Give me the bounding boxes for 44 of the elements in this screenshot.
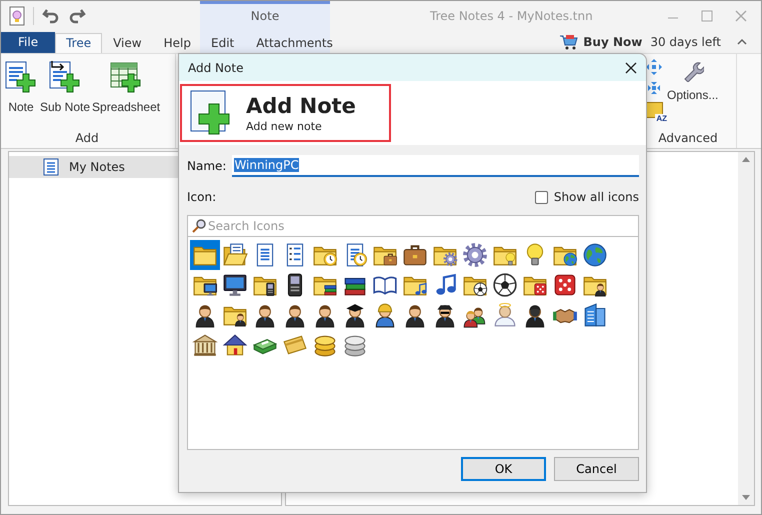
collapse-all-icon[interactable]: [645, 79, 663, 97]
dialog-heading: Add Note: [246, 94, 356, 118]
scroll-down-icon[interactable]: [742, 495, 750, 501]
sub-note-button[interactable]: Sub Note: [39, 58, 92, 116]
show-all-icons-checkbox[interactable]: Show all icons: [534, 190, 639, 204]
expand-all-icon[interactable]: [645, 58, 663, 76]
collapse-ribbon-icon[interactable]: [737, 38, 747, 46]
redo-icon[interactable]: [68, 7, 86, 25]
name-field[interactable]: WinningPC: [232, 155, 639, 177]
dialog-subheading: Add new note: [246, 120, 323, 132]
spreadsheet-button[interactable]: Spreadsheet: [91, 58, 162, 116]
trial-status: 30 days left: [650, 35, 721, 49]
note-button[interactable]: Note: [3, 58, 39, 116]
scrollbar[interactable]: [738, 152, 754, 505]
spreadsheet-add-icon: [109, 60, 144, 94]
file-tab[interactable]: File: [1, 32, 56, 53]
ribbon-tab[interactable]: Help: [152, 33, 202, 53]
window-title: Tree Notes 4 - MyNotes.tnn: [429, 9, 594, 23]
sub-note-add-icon: [48, 60, 82, 94]
scroll-up-icon[interactable]: [742, 156, 750, 162]
dialog-title: Add Note: [188, 60, 244, 74]
wrench-icon: [682, 60, 704, 82]
options-button[interactable]: Options...: [666, 58, 720, 120]
undo-icon[interactable]: [42, 7, 60, 25]
group-label: Advanced: [657, 131, 719, 145]
ribbon-tab[interactable]: Tree: [55, 33, 102, 54]
close-icon[interactable]: [625, 62, 637, 74]
context-group-label: Note: [250, 8, 280, 25]
document-icon: [43, 158, 59, 176]
search-icon: [192, 219, 206, 233]
name-label: Name:: [187, 159, 226, 173]
cart-icon: [559, 34, 580, 50]
gear-icon[interactable]: [460, 240, 490, 270]
app-icon[interactable]: [9, 6, 25, 26]
cancel-button[interactable]: Cancel: [554, 457, 639, 481]
ribbon-tab[interactable]: View: [102, 33, 153, 53]
ribbon-tab[interactable]: Edit: [200, 33, 246, 53]
ribbon-tab[interactable]: Attachments: [245, 33, 344, 53]
icon-label: Icon:: [187, 190, 216, 204]
buy-now-button[interactable]: Buy Now: [559, 34, 642, 50]
note-add-icon: [4, 60, 38, 94]
group-label: Add: [74, 131, 100, 145]
ok-button[interactable]: OK: [461, 457, 546, 481]
search-field[interactable]: Search Icons: [208, 219, 634, 233]
